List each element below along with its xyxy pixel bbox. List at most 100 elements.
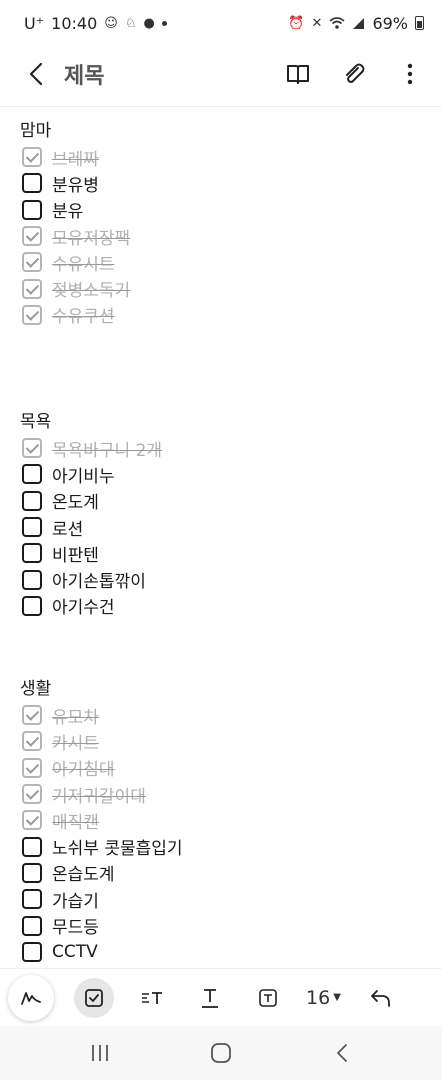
back-button[interactable] [16, 54, 56, 94]
checked-checkbox[interactable] [22, 278, 42, 299]
checklist-item[interactable]: 분유 [20, 197, 420, 223]
checklist-item-label[interactable]: 노쉬부 콧물흡입기 [52, 834, 183, 859]
checked-checkbox[interactable] [22, 304, 42, 325]
checklist-item-label[interactable]: 목욕바구니 2개 [52, 436, 162, 461]
recents-button[interactable] [80, 1033, 120, 1073]
checklist-item-label[interactable]: 비판텐 [52, 541, 99, 566]
checked-checkbox[interactable] [22, 252, 42, 273]
unchecked-checkbox[interactable] [22, 862, 42, 883]
checklist-item[interactable]: 온습도계 [20, 860, 420, 886]
checklist-item-label[interactable]: CCTV [52, 942, 98, 962]
checklist-item-label[interactable]: 가습기 [52, 887, 99, 912]
recents-icon [92, 1045, 109, 1061]
checklist-item-label[interactable]: 로션 [52, 515, 83, 540]
checked-checkbox[interactable] [22, 810, 42, 831]
navigation-bar [0, 1026, 442, 1080]
checklist-item[interactable]: 수유시트 [20, 249, 420, 275]
checklist-item[interactable]: 가습기 [20, 886, 420, 912]
checklist-item[interactable]: 아기손톱깎이 [20, 566, 420, 592]
checked-checkbox[interactable] [22, 226, 42, 247]
checklist-item[interactable]: 목욕바구니 2개 [20, 435, 420, 461]
checklist-item[interactable]: 젖병소독기 [20, 275, 420, 301]
mute-icon: ✕ [311, 15, 323, 31]
checklist-item-label[interactable]: 기저귀갈이대 [52, 782, 146, 807]
text-box-icon [259, 988, 277, 1007]
checklist-item[interactable]: 매직캔 [20, 807, 420, 833]
checklist-item[interactable]: 로션 [20, 514, 420, 540]
checklist-item-label[interactable]: 온습도계 [52, 860, 115, 885]
note-content[interactable]: 맘마 브레짜 분유병 분유 모유저장팩 수유시트 젖병소독기 수유쿠션 목욕 목욕바구니 2개 아… [0, 106, 442, 968]
checklist-item[interactable]: 기저귀갈이대 [20, 781, 420, 807]
checklist-item[interactable]: CCTV [20, 939, 420, 965]
checklist-item-label[interactable]: 아기손톱깎이 [52, 567, 146, 592]
checklist-item-label[interactable]: 아기수건 [52, 593, 115, 618]
font-size-dropdown[interactable]: 16 ▼ [306, 987, 341, 1009]
checklist-item[interactable]: 아기침대 [20, 755, 420, 781]
undo-icon [370, 989, 390, 1007]
reading-mode-button[interactable] [278, 54, 318, 94]
checklist-item[interactable]: 아기수건 [20, 593, 420, 619]
home-button[interactable] [201, 1033, 241, 1073]
checklist-item[interactable]: 노쉬부 콧물흡입기 [20, 833, 420, 859]
checked-checkbox[interactable] [22, 731, 42, 752]
unchecked-checkbox[interactable] [22, 199, 42, 220]
checkbox-button[interactable] [74, 977, 114, 1018]
wifi-icon [329, 17, 345, 29]
checked-checkbox[interactable] [22, 438, 42, 459]
system-back-button[interactable] [322, 1033, 362, 1073]
checklist-item-label[interactable]: 온도계 [52, 488, 99, 513]
checklist-item[interactable]: 카시트 [20, 728, 420, 754]
checklist-item-label[interactable]: 모유저장팩 [52, 224, 130, 249]
unchecked-checkbox[interactable] [22, 490, 42, 511]
unchecked-checkbox[interactable] [22, 941, 42, 962]
checklist-item[interactable]: 수유쿠션 [20, 302, 420, 328]
checklist-item-label[interactable]: 아기비누 [52, 462, 115, 487]
alarm-icon: ⏰ [288, 15, 305, 31]
checked-checkbox[interactable] [22, 147, 42, 168]
unchecked-checkbox[interactable] [22, 915, 42, 936]
note-title[interactable]: 제목 [64, 58, 278, 90]
unchecked-checkbox[interactable] [22, 595, 42, 616]
checklist-item-label[interactable]: 수유시트 [52, 250, 115, 275]
checklist-item[interactable]: 분유병 [20, 170, 420, 196]
section-heading: 목욕 [20, 412, 52, 432]
status-left: U⁺ 10:40 ☺ ♘ ● [24, 14, 167, 33]
unchecked-checkbox[interactable] [22, 517, 42, 538]
checklist-item-label[interactable]: 젖병소독기 [52, 276, 130, 301]
checked-checkbox[interactable] [22, 784, 42, 805]
checklist-item-label[interactable]: 수유쿠션 [52, 302, 115, 327]
checklist-item[interactable]: 유모차 [20, 702, 420, 728]
text-box-button[interactable] [248, 978, 288, 1018]
unchecked-checkbox[interactable] [22, 836, 42, 857]
checklist-item[interactable]: 무드등 [20, 912, 420, 938]
unchecked-checkbox[interactable] [22, 173, 42, 194]
checklist-item-label[interactable]: 분유 [52, 197, 83, 222]
checklist-item[interactable]: 아기비누 [20, 461, 420, 487]
checked-checkbox[interactable] [22, 705, 42, 726]
handwriting-pen-icon [21, 991, 41, 1005]
checklist-item-label[interactable]: 분유병 [52, 171, 99, 196]
checklist-item[interactable]: 온도계 [20, 488, 420, 514]
checklist-item[interactable]: 브레짜 [20, 144, 420, 170]
checklist-item[interactable]: 모유저장팩 [20, 223, 420, 249]
unchecked-checkbox[interactable] [22, 569, 42, 590]
more-options-button[interactable] [390, 54, 430, 94]
checklist-item[interactable]: 비판텐 [20, 540, 420, 566]
checklist-item-label[interactable]: 카시트 [52, 729, 99, 754]
attach-icon [346, 63, 365, 83]
undo-button[interactable] [361, 978, 401, 1018]
handwriting-button[interactable] [8, 974, 54, 1021]
text-style-button[interactable] [190, 978, 230, 1018]
checkbox-icon [85, 988, 103, 1007]
checklist-item-label[interactable]: 아기침대 [52, 755, 115, 780]
checked-checkbox[interactable] [22, 757, 42, 778]
attach-button[interactable] [334, 54, 374, 94]
checklist-item-label[interactable]: 매직캔 [52, 808, 99, 833]
checklist-item-label[interactable]: 유모차 [52, 703, 99, 728]
checklist-item-label[interactable]: 무드등 [52, 913, 99, 938]
checklist-item-label[interactable]: 브레짜 [52, 145, 99, 170]
paragraph-style-button[interactable] [132, 978, 172, 1018]
unchecked-checkbox[interactable] [22, 543, 42, 564]
unchecked-checkbox[interactable] [22, 889, 42, 910]
unchecked-checkbox[interactable] [22, 464, 42, 485]
